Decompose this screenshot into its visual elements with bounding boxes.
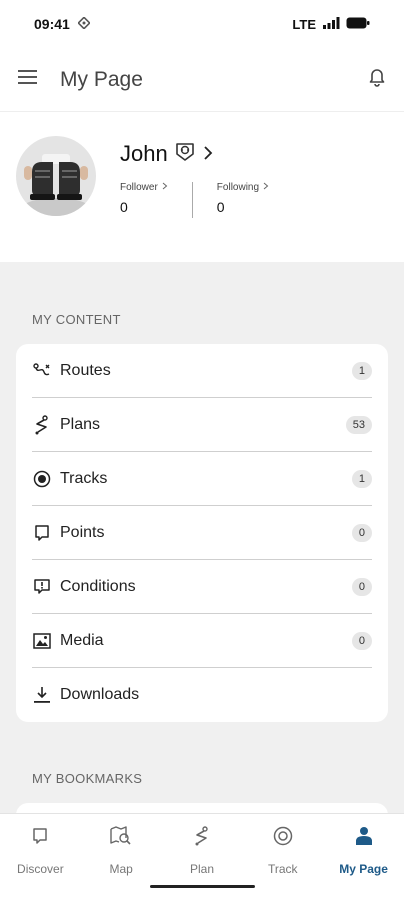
bell-icon[interactable] (368, 67, 386, 92)
plan-icon (193, 824, 211, 848)
follower-label: Follower (120, 182, 158, 193)
content-row-tracks[interactable]: Tracks 1 (32, 452, 372, 506)
verified-badge-icon (174, 140, 196, 168)
top-area: 09:41 LTE My Page John Follower 0 Follow… (0, 0, 404, 262)
nav-my-page[interactable]: My Page (323, 814, 404, 900)
count-badge: 0 (351, 577, 372, 596)
content-row-downloads[interactable]: Downloads (32, 668, 372, 722)
routes-icon (32, 361, 52, 381)
following-stat[interactable]: Following 0 (217, 182, 269, 218)
home-indicator (150, 885, 255, 888)
discover-icon (32, 824, 48, 848)
following-count: 0 (216, 199, 225, 215)
content-row-plans[interactable]: Plans 53 (32, 398, 372, 452)
avatar[interactable] (16, 136, 96, 216)
points-icon (32, 523, 52, 543)
profile-name-row[interactable]: John (120, 140, 269, 168)
profile-name: John (120, 141, 168, 166)
content-label: Downloads (60, 686, 140, 703)
content-label: Media (60, 631, 104, 649)
map-icon (110, 824, 132, 848)
content-row-routes[interactable]: Routes 1 (32, 344, 372, 398)
following-label: Following (216, 182, 260, 193)
my-content-card: Routes 1 Plans 53 Tracks 1 Points 0 Cond… (16, 344, 388, 722)
app-bar: My Page (0, 48, 404, 112)
count-badge: 0 (351, 631, 372, 650)
count-badge: 1 (351, 361, 372, 380)
content-row-media[interactable]: Media 0 (32, 614, 372, 668)
person-icon (355, 824, 373, 848)
download-icon (32, 685, 52, 705)
conditions-icon (32, 577, 52, 597)
nav-label: Map (109, 862, 133, 876)
count-badge: 1 (351, 469, 372, 488)
my-bookmarks-title: MY BOOKMARKS (32, 771, 143, 786)
nav-discover[interactable]: Discover (0, 814, 81, 900)
content-label: Tracks (60, 469, 108, 487)
content-label: Conditions (60, 577, 136, 595)
page-title: My Page (60, 67, 143, 91)
profile-header: John Follower 0 Following 0 (0, 112, 404, 262)
content-row-points[interactable]: Points 0 (32, 506, 372, 560)
follower-stat[interactable]: Follower 0 (120, 182, 168, 218)
chevron-right-icon (263, 182, 269, 193)
chevron-right-icon (202, 141, 214, 167)
content-row-conditions[interactable]: Conditions 0 (32, 560, 372, 614)
status-bar: 09:41 LTE (0, 0, 404, 48)
count-badge: 53 (345, 415, 372, 434)
nav-label: Plan (189, 862, 214, 876)
chevron-right-icon (162, 182, 168, 193)
signal-icon (322, 16, 340, 32)
track-icon (273, 824, 293, 848)
nav-label: My Page (339, 862, 388, 876)
content-label: Routes (60, 361, 111, 379)
stats-divider (191, 182, 193, 218)
menu-icon[interactable] (18, 69, 38, 90)
content-label: Plans (60, 415, 101, 433)
plans-icon (32, 414, 52, 435)
location-icon (77, 16, 91, 32)
nav-label: Track (268, 862, 298, 876)
content-label: Points (60, 523, 105, 541)
my-content-title: MY CONTENT (32, 312, 121, 327)
nav-label: Discover (17, 862, 64, 876)
status-time: 09:41 (34, 16, 70, 32)
tracks-icon (32, 469, 52, 489)
count-badge: 0 (351, 523, 372, 542)
battery-icon (346, 17, 370, 32)
follower-count: 0 (120, 199, 128, 215)
media-icon (32, 631, 52, 651)
network-type: LTE (292, 16, 316, 32)
